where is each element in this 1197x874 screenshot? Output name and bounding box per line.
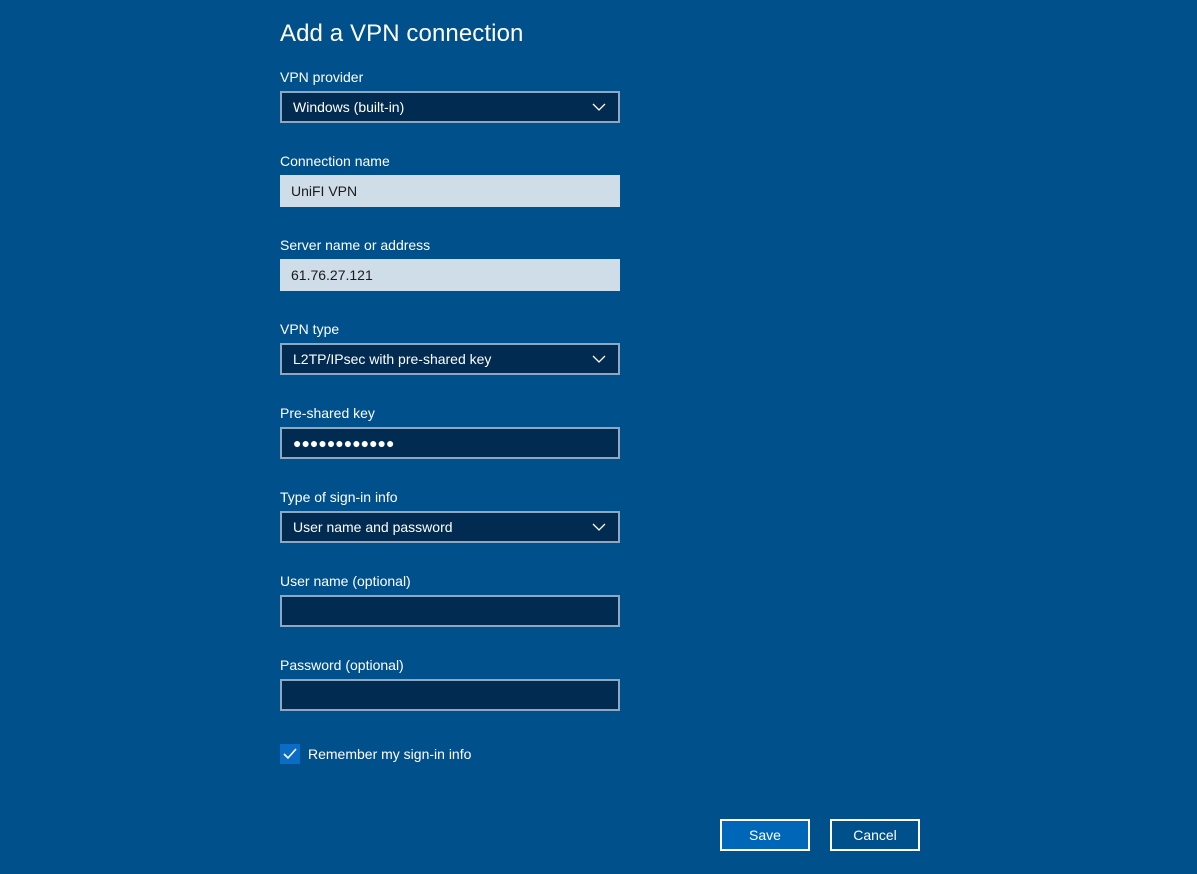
vpn-provider-value: Windows (built-in) — [293, 99, 405, 115]
vpn-provider-label: VPN provider — [280, 69, 364, 85]
sign-in-type-dropdown[interactable]: User name and password — [280, 511, 620, 543]
vpn-type-dropdown[interactable]: L2TP/IPsec with pre-shared key — [280, 343, 620, 375]
connection-name-value: UniFI VPN — [291, 183, 358, 199]
password-input[interactable] — [280, 679, 620, 711]
cancel-button[interactable]: Cancel — [830, 819, 920, 851]
server-label: Server name or address — [280, 237, 431, 253]
vpn-type-value: L2TP/IPsec with pre-shared key — [293, 351, 492, 367]
user-name-input[interactable] — [280, 595, 620, 627]
dialog-title: Add a VPN connection — [280, 20, 524, 47]
server-input[interactable]: 61.76.27.121 — [280, 259, 620, 291]
vpn-type-label: VPN type — [280, 321, 340, 337]
pre-shared-key-label: Pre-shared key — [280, 405, 375, 421]
server-value: 61.76.27.121 — [291, 267, 373, 283]
remember-sign-in-label: Remember my sign-in info — [308, 746, 472, 762]
add-vpn-dialog: Add a VPN connection VPN provider Window… — [0, 0, 1197, 874]
save-button[interactable]: Save — [720, 819, 810, 851]
pre-shared-key-value: ●●●●●●●●●●●● — [293, 435, 395, 451]
sign-in-type-label: Type of sign-in info — [280, 489, 398, 505]
connection-name-label: Connection name — [280, 153, 390, 169]
vpn-provider-dropdown[interactable]: Windows (built-in) — [280, 91, 620, 123]
chevron-down-icon — [591, 99, 607, 115]
password-label: Password (optional) — [280, 657, 404, 673]
remember-sign-in-row[interactable]: Remember my sign-in info — [280, 744, 471, 764]
chevron-down-icon — [591, 351, 607, 367]
checkmark-icon — [283, 748, 297, 760]
user-name-label: User name (optional) — [280, 573, 411, 589]
sign-in-type-value: User name and password — [293, 519, 453, 535]
remember-sign-in-checkbox[interactable] — [280, 744, 300, 764]
chevron-down-icon — [591, 519, 607, 535]
connection-name-input[interactable]: UniFI VPN — [280, 175, 620, 207]
pre-shared-key-input[interactable]: ●●●●●●●●●●●● — [280, 427, 620, 459]
